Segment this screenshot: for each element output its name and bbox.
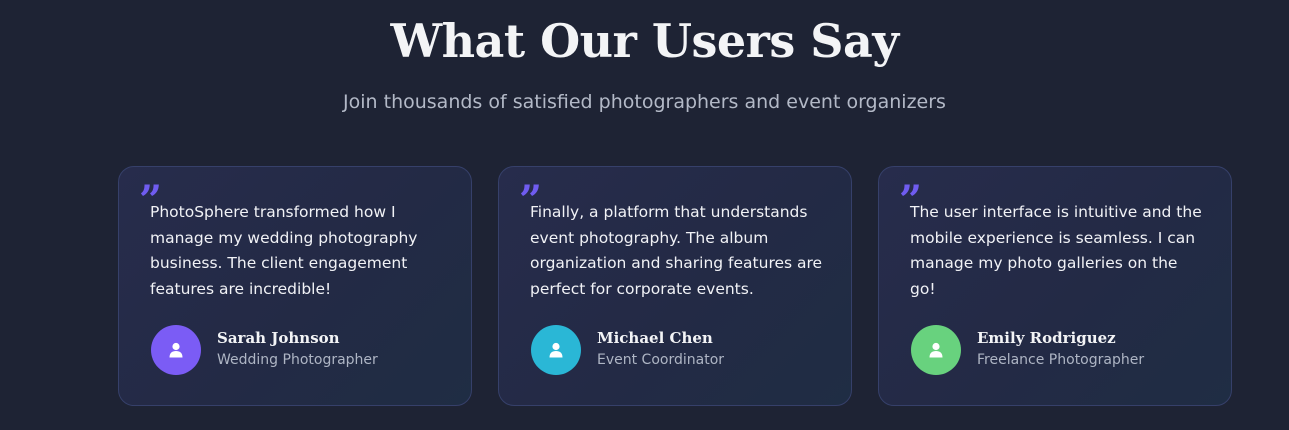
author-role: Event Coordinator xyxy=(597,352,725,368)
author-role: Wedding Photographer xyxy=(217,352,378,368)
author-name: Sarah Johnson xyxy=(217,329,340,347)
avatar xyxy=(911,325,961,375)
avatar xyxy=(151,325,201,375)
author-name: Emily Rodriguez xyxy=(977,329,1116,347)
testimonial-author: Emily Rodriguez Freelance Photographer xyxy=(911,325,1211,377)
author-name: Michael Chen xyxy=(597,329,713,347)
avatar xyxy=(531,325,581,375)
testimonial-card: ” The user interface is intuitive and th… xyxy=(878,166,1232,406)
section-title: What Our Users Say xyxy=(390,14,899,68)
testimonial-text: The user interface is intuitive and the … xyxy=(910,203,1202,298)
testimonial-author: Michael Chen Event Coordinator xyxy=(531,325,831,377)
testimonial-card: ” Finally, a platform that understands e… xyxy=(498,166,852,406)
testimonial-list: ” PhotoSphere transformed how I manage m… xyxy=(118,166,1234,408)
user-icon xyxy=(169,342,183,358)
testimonial-card: ” PhotoSphere transformed how I manage m… xyxy=(118,166,472,406)
testimonial-author: Sarah Johnson Wedding Photographer xyxy=(151,325,451,377)
testimonial-text: PhotoSphere transformed how I manage my … xyxy=(150,203,418,298)
author-role: Freelance Photographer xyxy=(977,352,1145,368)
user-icon xyxy=(549,342,563,358)
section-subtitle: Join thousands of satisfied photographer… xyxy=(343,91,946,113)
user-icon xyxy=(929,342,943,358)
testimonial-text: Finally, a platform that understands eve… xyxy=(530,203,823,298)
